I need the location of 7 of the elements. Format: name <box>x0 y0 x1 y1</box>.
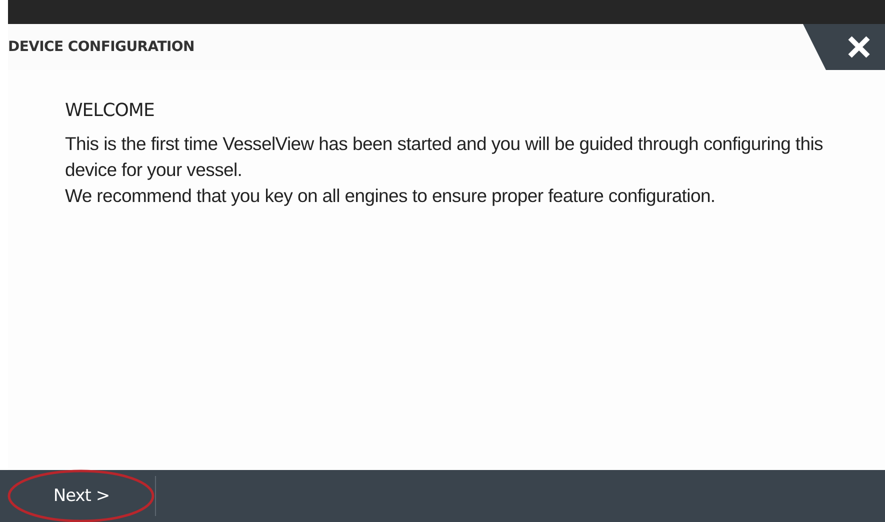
welcome-text: This is the first time VesselView has been started and you will be guided through configuring this device for your vessel. <box>65 132 824 182</box>
close-icon <box>847 35 871 59</box>
next-button[interactable]: Next > <box>8 476 156 516</box>
dialog-title: DEVICE CONFIGURATION <box>8 39 194 55</box>
close-button[interactable] <box>803 24 885 70</box>
welcome-text: We recommend that you key on all engines to ensure proper feature configuration. <box>65 184 716 208</box>
welcome-heading: WELCOME <box>65 100 156 121</box>
